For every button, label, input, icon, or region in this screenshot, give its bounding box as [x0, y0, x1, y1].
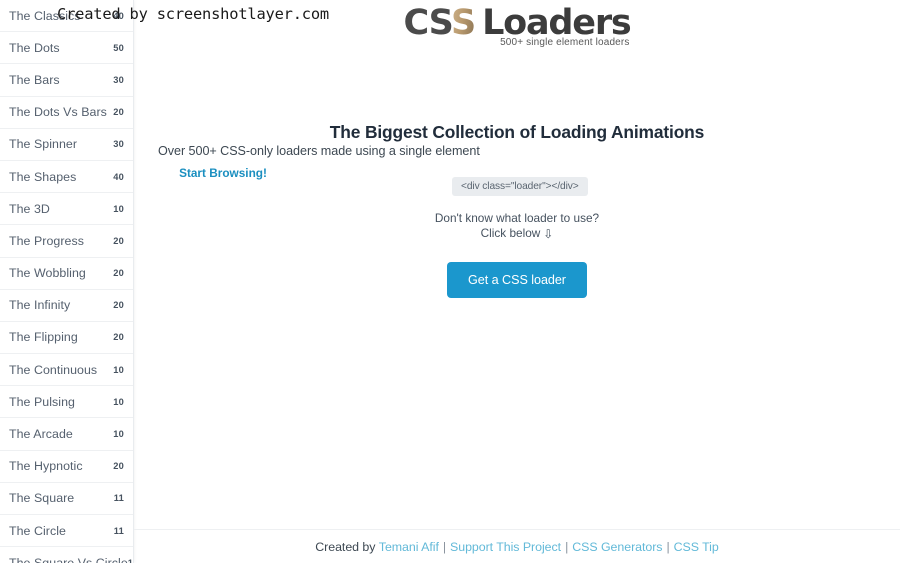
sidebar-item[interactable]: The Arcade 10 — [0, 418, 133, 451]
site-header: CSS Loaders 500+ single element loaders — [0, 0, 900, 56]
sidebar-item-label: The Bars — [9, 72, 60, 87]
sidebar-item-label: The Shapes — [9, 169, 77, 184]
sidebar-item-label: The Square — [9, 491, 75, 506]
footer-tip-link[interactable]: CSS Tip — [674, 540, 719, 554]
sidebar-item-count: 20 — [113, 300, 124, 311]
sidebar-item[interactable]: The Infinity 20 — [0, 289, 133, 322]
loader-code-snippet: <div class="loader"></div> — [452, 177, 588, 196]
loader-hint: Don't know what loader to use? Click bel… — [134, 211, 900, 241]
sidebar-item-label: The Infinity — [9, 298, 71, 313]
get-css-loader-button[interactable]: Get a CSS loader — [447, 262, 587, 298]
sidebar-item-count: 10 — [113, 429, 124, 440]
sidebar-item[interactable]: The Flipping 20 — [0, 321, 133, 355]
sidebar-item-count: 10 — [113, 203, 124, 214]
sidebar-item-count: 20 — [113, 461, 124, 472]
sidebar-item-label: The Continuous — [9, 362, 98, 377]
footer-generators-link[interactable]: CSS Generators — [572, 540, 662, 554]
sidebar-item[interactable]: The Dots Vs Bars 20 — [0, 96, 133, 129]
sidebar-item-label: The Dots Vs Bars — [9, 105, 107, 120]
sidebar-item-label: The Wobbling — [9, 266, 86, 281]
sidebar-item[interactable]: The Continuous 10 — [0, 354, 133, 387]
sidebar-category-list[interactable]: The Classics 40 The Dots 50 The Bars 30 The Do… — [0, 0, 134, 563]
sidebar-item-label: The Flipping — [9, 330, 78, 345]
sidebar-item-count: 40 — [113, 171, 124, 182]
sidebar-item-label: The Pulsing — [9, 394, 75, 409]
sidebar-item-label: The Hypnotic — [9, 459, 83, 474]
footer-author-link[interactable]: Temani Afif — [379, 540, 439, 554]
sidebar-item-label: The Circle — [9, 523, 66, 538]
sidebar-item-count: 30 — [113, 139, 124, 150]
sidebar-item-count: 10 — [113, 364, 124, 375]
page-root: The Classics 40 The Dots 50 The Bars 30 The Do… — [0, 0, 900, 563]
page-title: The Biggest Collection of Loading Animat… — [329, 122, 705, 142]
sidebar-item-count: 11 — [113, 493, 124, 504]
main-content: The Biggest Collection of Loading Animat… — [134, 56, 900, 529]
sidebar-item[interactable]: The Pulsing 10 — [0, 386, 133, 419]
sidebar-item[interactable]: The Progress 20 — [0, 225, 133, 258]
sidebar-item-count: 10 — [113, 396, 124, 407]
page-subtitle: Over 500+ CSS-only loaders made using a … — [158, 144, 480, 158]
footer-separator-3: | — [666, 539, 670, 554]
arrow-down-icon: ⇩ — [543, 227, 554, 241]
sidebar-item[interactable]: The Shapes 40 — [0, 160, 133, 194]
sidebar-item-label: The Progress — [9, 233, 84, 248]
sidebar-item-label: The 3D — [9, 201, 50, 216]
cta-container: Get a CSS loader — [134, 262, 900, 298]
logo-text-s-accent: S — [451, 3, 476, 43]
hint-line-2: Click below ⇩ — [134, 226, 900, 241]
sidebar-item-count: 20 — [113, 235, 124, 246]
start-browsing-link[interactable]: Start Browsing! — [164, 166, 282, 181]
sidebar-item[interactable]: The Square Vs Circle10 — [0, 547, 133, 563]
sidebar-item-count: 20 — [113, 107, 124, 118]
footer-support-link[interactable]: Support This Project — [450, 540, 561, 554]
hint-line-1: Don't know what loader to use? — [434, 211, 600, 225]
site-footer: Created by Temani Afif | Support This Pr… — [134, 529, 900, 563]
footer-created-by-label: Created by — [315, 539, 376, 554]
logo-text-cs: CS — [403, 3, 452, 43]
footer-separator-1: | — [442, 539, 447, 554]
sidebar-item-label: The Spinner — [9, 137, 78, 152]
sidebar-item-label: The Square Vs Circle — [9, 555, 128, 563]
sidebar-item[interactable]: The 3D 10 — [0, 193, 133, 226]
sidebar-item[interactable]: The Wobbling 20 — [0, 257, 133, 290]
sidebar-item-count: 20 — [113, 332, 124, 343]
sidebar-item-count: 20 — [113, 268, 124, 279]
sidebar-item[interactable]: The Bars 30 — [0, 64, 133, 97]
sidebar-item-label: The Arcade — [9, 427, 73, 442]
hint-line-2-text: Click below — [480, 226, 541, 240]
footer-separator-2: | — [565, 539, 569, 554]
site-logo[interactable]: CSS Loaders 500+ single element loaders — [403, 2, 631, 48]
sidebar-item[interactable]: The Circle 11 — [0, 515, 133, 548]
sidebar-item-count: 11 — [113, 525, 124, 536]
sidebar-item-count: 30 — [113, 74, 124, 85]
sidebar-item[interactable]: The Spinner 30 — [0, 128, 133, 161]
sidebar-item[interactable]: The Hypnotic 20 — [0, 450, 133, 483]
sidebar-item[interactable]: The Square 11 — [0, 482, 133, 515]
